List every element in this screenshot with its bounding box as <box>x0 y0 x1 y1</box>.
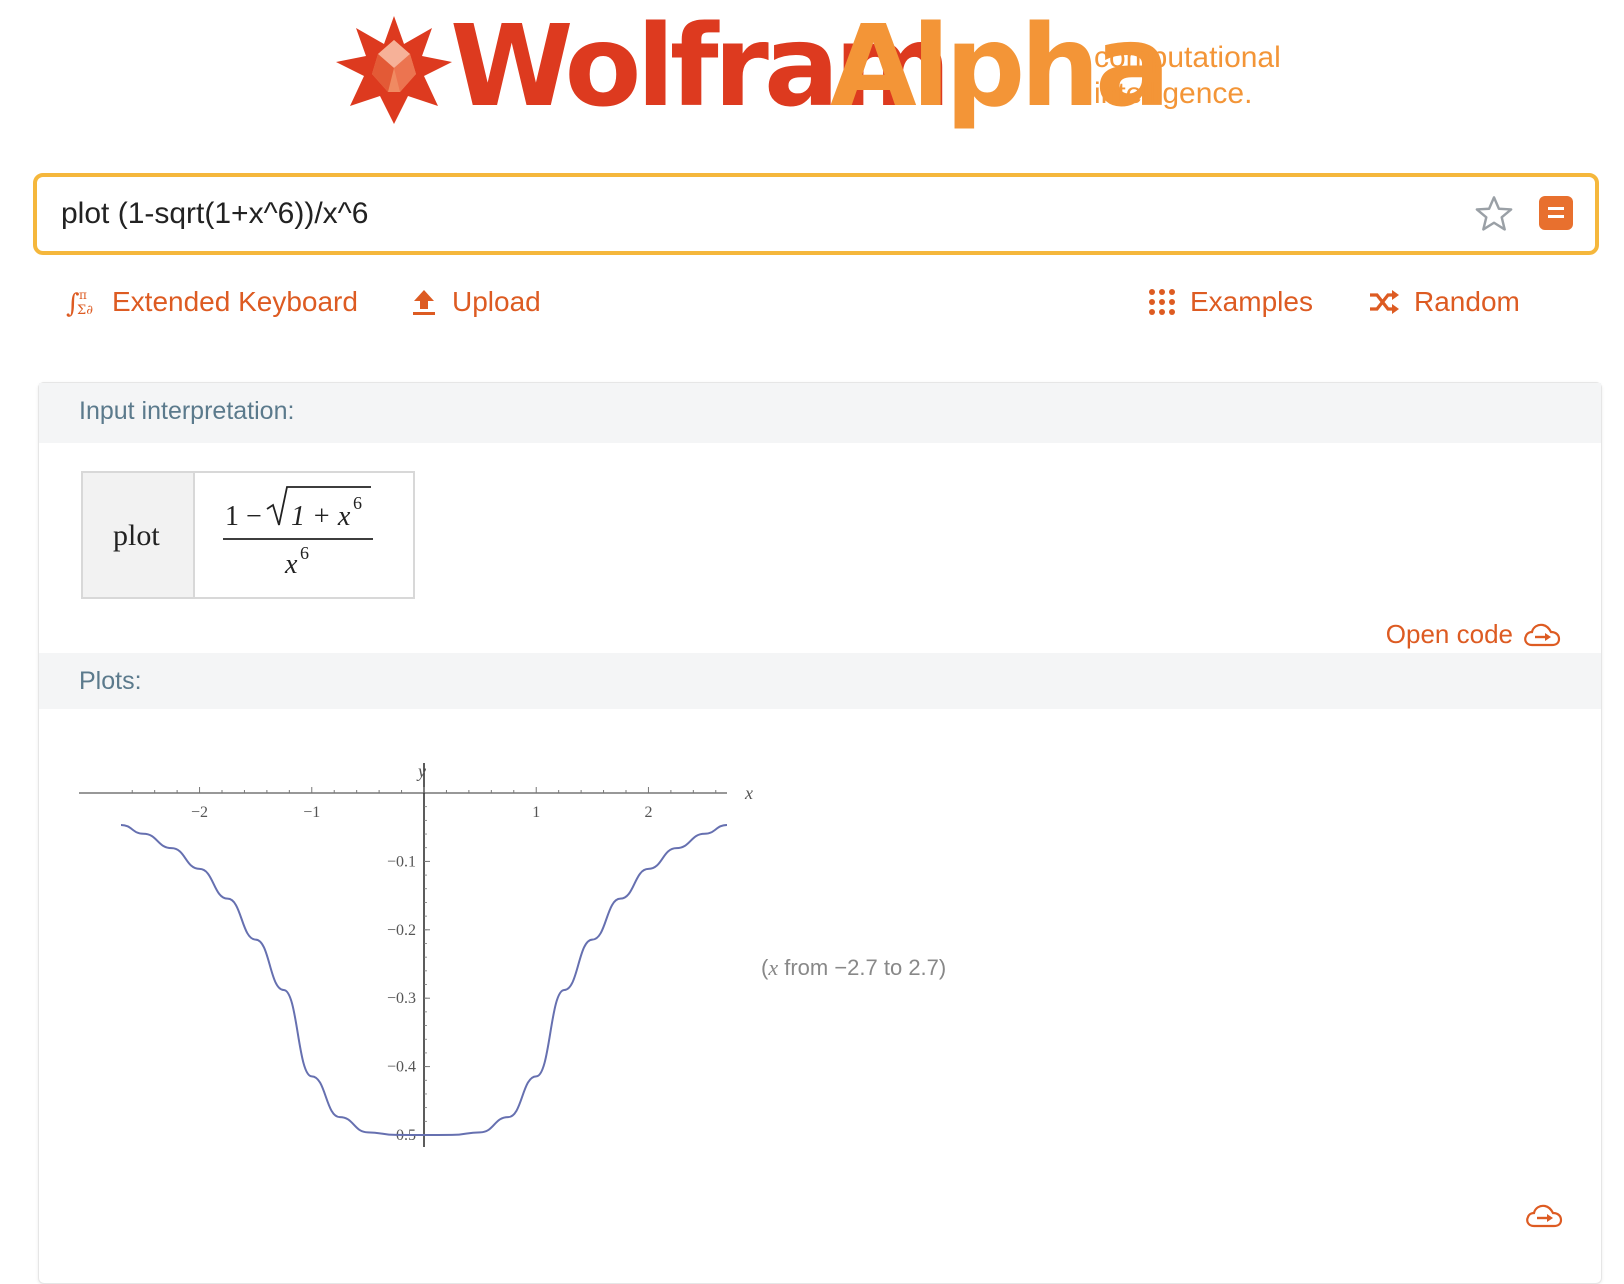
formula-display: 1 − 1 + x 6 x 6 <box>195 473 413 597</box>
plot-note-var: x <box>768 955 778 980</box>
y-tick-label: −0.1 <box>387 853 416 870</box>
examples-button[interactable]: Examples <box>1148 282 1313 322</box>
y-tick-label: −0.3 <box>387 990 416 1007</box>
cloud-arrow-icon[interactable] <box>1525 1203 1563 1229</box>
svg-text:Σ∂: Σ∂ <box>77 303 93 317</box>
plot-note-text: from −2.7 to 2.7) <box>778 955 946 980</box>
wolfram-spikey-icon <box>334 14 454 126</box>
shuffle-icon <box>1368 289 1400 315</box>
x-tick-label: −1 <box>303 804 320 821</box>
x-tick-label: 2 <box>644 804 652 821</box>
interpretation-table: plot 1 − 1 + x 6 x 6 <box>81 471 415 599</box>
y-tick-label: −0.4 <box>387 1059 416 1076</box>
tagline-line1: computational <box>1094 40 1281 76</box>
cloud-arrow-icon <box>1523 622 1561 648</box>
plot-range-note: (x from −2.7 to 2.7) <box>761 955 946 981</box>
menu-icon[interactable] <box>1539 196 1573 230</box>
plot-keyword: plot <box>113 519 160 553</box>
interpretation-label-cell: plot <box>83 473 195 597</box>
formula-radicand-exponent: 6 <box>353 493 362 513</box>
formula-denominator: x <box>284 549 298 580</box>
x-axis-label: x <box>744 783 753 803</box>
open-code-link[interactable]: Open code <box>1386 619 1561 650</box>
examples-label: Examples <box>1190 286 1313 318</box>
pod-title-plots: Plots: <box>79 667 142 696</box>
pod-title-input-interpretation: Input interpretation: <box>79 397 294 426</box>
search-input[interactable] <box>61 193 1441 235</box>
random-button[interactable]: Random <box>1368 282 1520 322</box>
pod-header-plots: Plots: <box>39 653 1601 709</box>
pod-header-input-interpretation: Input interpretation: <box>39 383 1601 443</box>
x-tick-label: −2 <box>191 804 208 821</box>
upload-label: Upload <box>452 286 541 318</box>
grid-dots-icon <box>1148 288 1176 316</box>
y-tick-label: −0.2 <box>387 922 416 939</box>
plot-chart: −2−112−0.1−0.2−0.3−0.4−0.5xy <box>79 763 759 1183</box>
open-code-label: Open code <box>1386 619 1513 650</box>
star-icon[interactable] <box>1473 193 1515 235</box>
y-axis-label: y <box>416 763 426 781</box>
upload-icon <box>410 287 438 317</box>
extended-keyboard-button[interactable]: ∫ π Σ∂ Extended Keyboard <box>66 282 358 322</box>
search-bar <box>33 173 1599 255</box>
x-tick-label: 1 <box>532 804 540 821</box>
svg-text:π: π <box>79 288 87 302</box>
formula-denominator-exponent: 6 <box>300 543 309 563</box>
wolfram-alpha-logo[interactable]: Wolfram Alpha computational intelligence… <box>334 8 1294 128</box>
random-label: Random <box>1414 286 1520 318</box>
upload-button[interactable]: Upload <box>410 282 541 322</box>
tagline-line2: intelligence. <box>1094 76 1281 112</box>
results-card: Input interpretation: plot 1 − 1 + x 6 x… <box>38 382 1602 1284</box>
formula-radicand: 1 + x <box>291 501 351 532</box>
formula-numerator-prefix: 1 − <box>225 501 262 532</box>
extended-keyboard-label: Extended Keyboard <box>112 286 358 318</box>
math-keyboard-icon: ∫ π Σ∂ <box>66 287 98 317</box>
logo-tagline: computational intelligence. <box>1094 40 1281 112</box>
